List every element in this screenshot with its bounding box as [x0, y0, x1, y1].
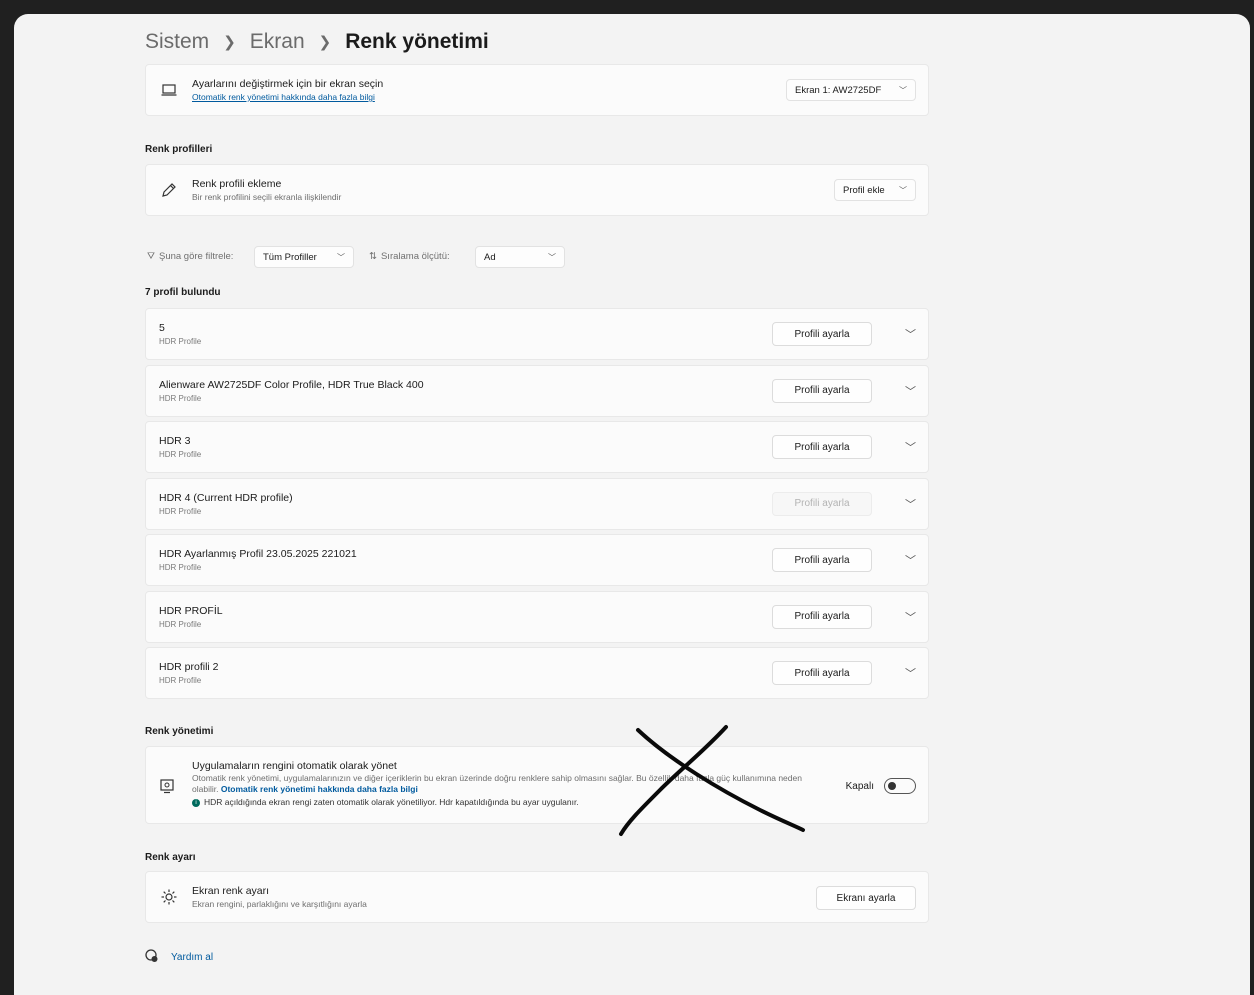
- set-profile-button[interactable]: Profili ayarla: [772, 322, 872, 346]
- calibration-sub: Ekran rengini, parlaklığını ve karşıtlığ…: [192, 899, 367, 909]
- profile-row[interactable]: HDR profili 2 HDR Profile Profili ayarla ﹀: [145, 647, 929, 699]
- profile-row[interactable]: HDR 4 (Current HDR profile) HDR Profile Pr…: [145, 477, 929, 530]
- filter-label: ⛛ Şuna göre filtrele:: [147, 251, 234, 262]
- calibration-title: Ekran renk ayarı: [192, 885, 270, 897]
- section-title-profiles: Renk profilleri: [145, 144, 213, 155]
- breadcrumb-ekran[interactable]: Ekran: [250, 30, 305, 54]
- calibrate-display-button[interactable]: Ekranı ayarla: [816, 886, 916, 910]
- auto-color-toggle[interactable]: [884, 778, 916, 794]
- add-profile-button[interactable]: Profil ekle ﹀: [834, 179, 916, 201]
- display-brightness-icon: [160, 777, 178, 795]
- profile-name: Alienware AW2725DF Color Profile, HDR Tr…: [159, 378, 424, 391]
- chevron-down-icon[interactable]: ﹀: [905, 439, 916, 455]
- profile-row[interactable]: HDR Ayarlanmış Profil 23.05.2025 221021 H…: [145, 534, 929, 586]
- laptop-icon: [160, 81, 178, 99]
- display-dropdown-value: Ekran 1: AW2725DF: [795, 84, 882, 96]
- sort-icon: ⇅: [369, 251, 377, 262]
- chevron-down-icon: ﹀: [337, 253, 345, 262]
- profile-name: 5: [159, 322, 165, 334]
- brightness-icon: [160, 888, 178, 906]
- display-select-title: Ayarlarını değiştirmek için bir ekran se…: [192, 78, 384, 90]
- profile-type: HDR Profile: [159, 506, 202, 516]
- page-title: Renk yönetimi: [345, 30, 489, 53]
- filter-icon: ⛛: [147, 251, 155, 262]
- profile-name: HDR 4 (Current HDR profile): [159, 491, 293, 504]
- add-profile-card: Renk profili ekleme Bir renk profilini s…: [145, 164, 929, 216]
- pen-icon: [160, 181, 178, 199]
- auto-color-management-card: Uygulamaların rengini otomatik olarak yö…: [145, 746, 929, 824]
- add-profile-title: Renk profili ekleme: [192, 178, 282, 190]
- profile-name: HDR PROFİL: [159, 604, 223, 617]
- auto-color-link[interactable]: Otomatik renk yönetimi hakkında daha faz…: [221, 784, 418, 794]
- chevron-down-icon[interactable]: ﹀: [905, 552, 916, 568]
- chevron-down-icon: ﹀: [548, 253, 556, 262]
- display-select-link[interactable]: Otomatik renk yönetimi hakkında daha faz…: [192, 91, 383, 103]
- help-link[interactable]: Yardım al: [145, 949, 213, 966]
- profile-row[interactable]: HDR PROFİL HDR Profile Profili ayarla ﹀: [145, 590, 929, 643]
- breadcrumb: Sistem ❯ Ekran ❯ Renk yönetimi: [145, 22, 489, 62]
- display-select-card: Ayarlarını değiştirmek için bir ekran se…: [145, 64, 929, 116]
- chevron-down-icon[interactable]: ﹀: [905, 326, 916, 342]
- profiles-found-count: 7 profil bulundu: [145, 287, 221, 298]
- chevron-right-icon: ❯: [223, 34, 236, 51]
- sort-label: ⇅ Sıralama ölçütü:: [369, 251, 450, 262]
- set-profile-button[interactable]: Profili ayarla: [772, 435, 872, 459]
- add-profile-label: Profil ekle: [843, 184, 885, 196]
- help-icon: [145, 949, 159, 966]
- profile-type: HDR Profile: [159, 450, 202, 459]
- profile-name: HDR profili 2: [159, 661, 219, 673]
- chevron-down-icon[interactable]: ﹀: [905, 496, 916, 512]
- add-profile-sub: Bir renk profilini seçili ekranla ilişki…: [192, 192, 342, 202]
- set-profile-button[interactable]: Profili ayarla: [772, 491, 872, 516]
- set-profile-button[interactable]: Profili ayarla: [772, 378, 872, 403]
- chevron-down-icon: ﹀: [899, 86, 907, 95]
- help-label: Yardım al: [171, 952, 214, 963]
- set-profile-button[interactable]: Profili ayarla: [772, 604, 872, 629]
- breadcrumb-sistem[interactable]: Sistem: [145, 30, 209, 54]
- chevron-down-icon: ﹀: [899, 186, 907, 195]
- profile-type: HDR Profile: [159, 676, 202, 685]
- chevron-down-icon[interactable]: ﹀: [905, 665, 916, 681]
- profile-type: HDR Profile: [159, 337, 202, 346]
- profile-type: HDR Profile: [159, 619, 202, 629]
- section-title-calibration: Renk ayarı: [145, 852, 196, 863]
- auto-color-title: Uygulamaların rengini otomatik olarak yö…: [192, 760, 397, 772]
- profile-row[interactable]: Alienware AW2725DF Color Profile, HDR Tr…: [145, 364, 929, 417]
- settings-window: Sistem ❯ Ekran ❯ Renk yönetimi Ayarların…: [14, 14, 1250, 995]
- toggle-state-label: Kapalı: [845, 780, 874, 792]
- profile-name: HDR 3: [159, 435, 191, 447]
- profile-type: HDR Profile: [159, 393, 202, 403]
- info-icon: i: [192, 798, 200, 807]
- calibration-card: Ekran renk ayarı Ekran rengini, parlaklı…: [145, 871, 929, 923]
- filter-dropdown[interactable]: Tüm Profiller ﹀: [254, 246, 354, 268]
- sort-dropdown[interactable]: Ad ﹀: [475, 246, 565, 268]
- profile-row[interactable]: 5 HDR Profile Profili ayarla ﹀: [145, 308, 929, 360]
- profile-type: HDR Profile: [159, 563, 202, 572]
- profile-row[interactable]: HDR 3 HDR Profile Profili ayarla ﹀: [145, 421, 929, 473]
- profile-name: HDR Ayarlanmış Profil 23.05.2025 221021: [159, 548, 357, 560]
- set-profile-button[interactable]: Profili ayarla: [772, 661, 872, 685]
- auto-color-info: HDR açıldığında ekran rengi zaten otomat…: [204, 797, 579, 807]
- sort-value: Ad: [484, 251, 496, 263]
- filter-value: Tüm Profiller: [263, 251, 317, 263]
- set-profile-button[interactable]: Profili ayarla: [772, 548, 872, 572]
- section-title-color-management: Renk yönetimi: [145, 726, 214, 737]
- chevron-down-icon[interactable]: ﹀: [905, 609, 916, 625]
- chevron-down-icon[interactable]: ﹀: [905, 383, 916, 399]
- display-dropdown[interactable]: Ekran 1: AW2725DF ﹀: [786, 79, 916, 101]
- chevron-right-icon: ❯: [318, 34, 332, 51]
